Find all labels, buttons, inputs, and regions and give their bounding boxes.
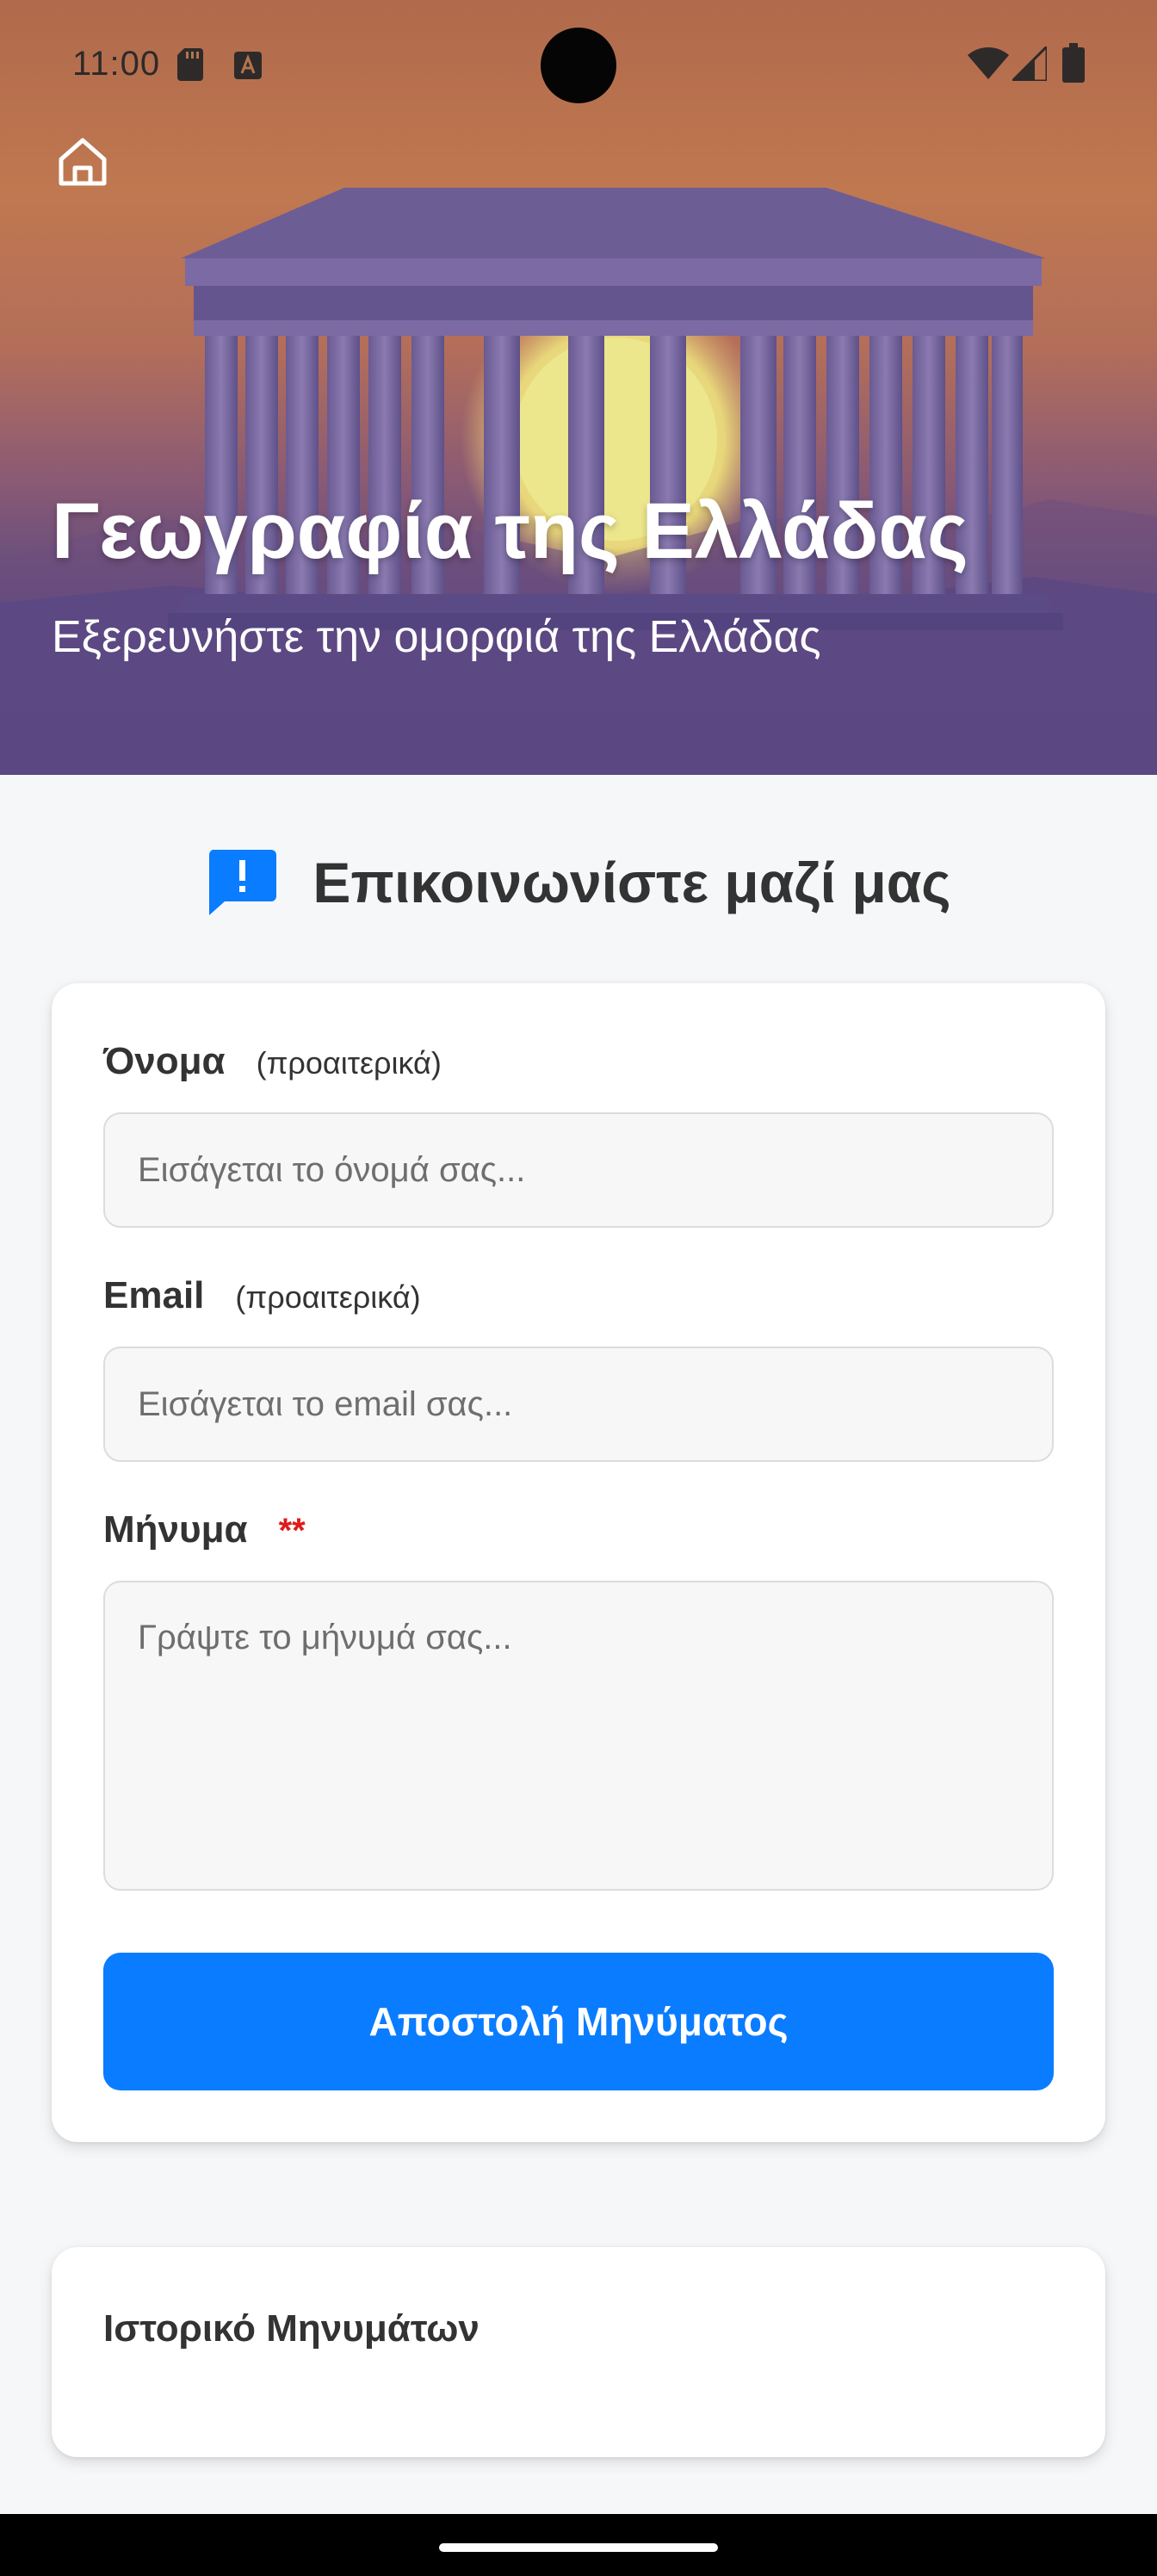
- email-label: Email: [103, 1274, 205, 1316]
- status-bar: 11:00: [0, 0, 1157, 129]
- page-subtitle: Εξερευνήστε την ομορφιά της Ελλάδας: [52, 612, 821, 662]
- feedback-icon: [209, 850, 277, 915]
- email-label-row: Email (προαιτερικά): [103, 1274, 421, 1317]
- keyboard-a-icon: [234, 52, 262, 79]
- hero-banner: 11:00 Γεωγραφία της Ελλάδας Εξερευνήστε …: [0, 0, 1157, 775]
- message-history-title: Ιστορικό Μηνυμάτων: [103, 2307, 480, 2350]
- message-history-card: Ιστορικό Μηνυμάτων: [52, 2247, 1105, 2457]
- send-message-button[interactable]: Αποστολή Μηνύματος: [103, 1953, 1054, 2090]
- system-navigation-bar: [0, 2514, 1157, 2576]
- battery-icon: [1062, 43, 1085, 83]
- message-textarea[interactable]: [103, 1581, 1054, 1891]
- front-camera: [541, 28, 616, 103]
- sd-card-icon: [177, 48, 203, 81]
- name-field[interactable]: [103, 1112, 1054, 1228]
- message-label-row: Μήνυμα **: [103, 1508, 306, 1551]
- page-title: Γεωγραφία της Ελλάδας: [52, 487, 968, 575]
- signal-icon: [1012, 46, 1047, 81]
- wifi-icon: [968, 47, 1009, 79]
- contact-heading: Επικοινωνίστε μαζί μας: [312, 851, 951, 914]
- name-optional-note: (προαιτερικά): [256, 1045, 442, 1081]
- home-icon: [59, 138, 107, 186]
- email-optional-note: (προαιτερικά): [235, 1279, 421, 1315]
- email-field[interactable]: [103, 1347, 1054, 1462]
- contact-section-heading: Επικοινωνίστε μαζί μας: [0, 839, 1157, 926]
- required-marker: **: [278, 1512, 306, 1550]
- gesture-handle[interactable]: [439, 2543, 718, 2552]
- name-label: Όνομα: [103, 1040, 226, 1082]
- message-label: Μήνυμα: [103, 1508, 248, 1551]
- status-time: 11:00: [72, 45, 161, 83]
- home-button[interactable]: [48, 127, 117, 196]
- name-label-row: Όνομα (προαιτερικά): [103, 1040, 442, 1083]
- contact-form-card: Όνομα (προαιτερικά) Email (προαιτερικά) …: [52, 983, 1105, 2142]
